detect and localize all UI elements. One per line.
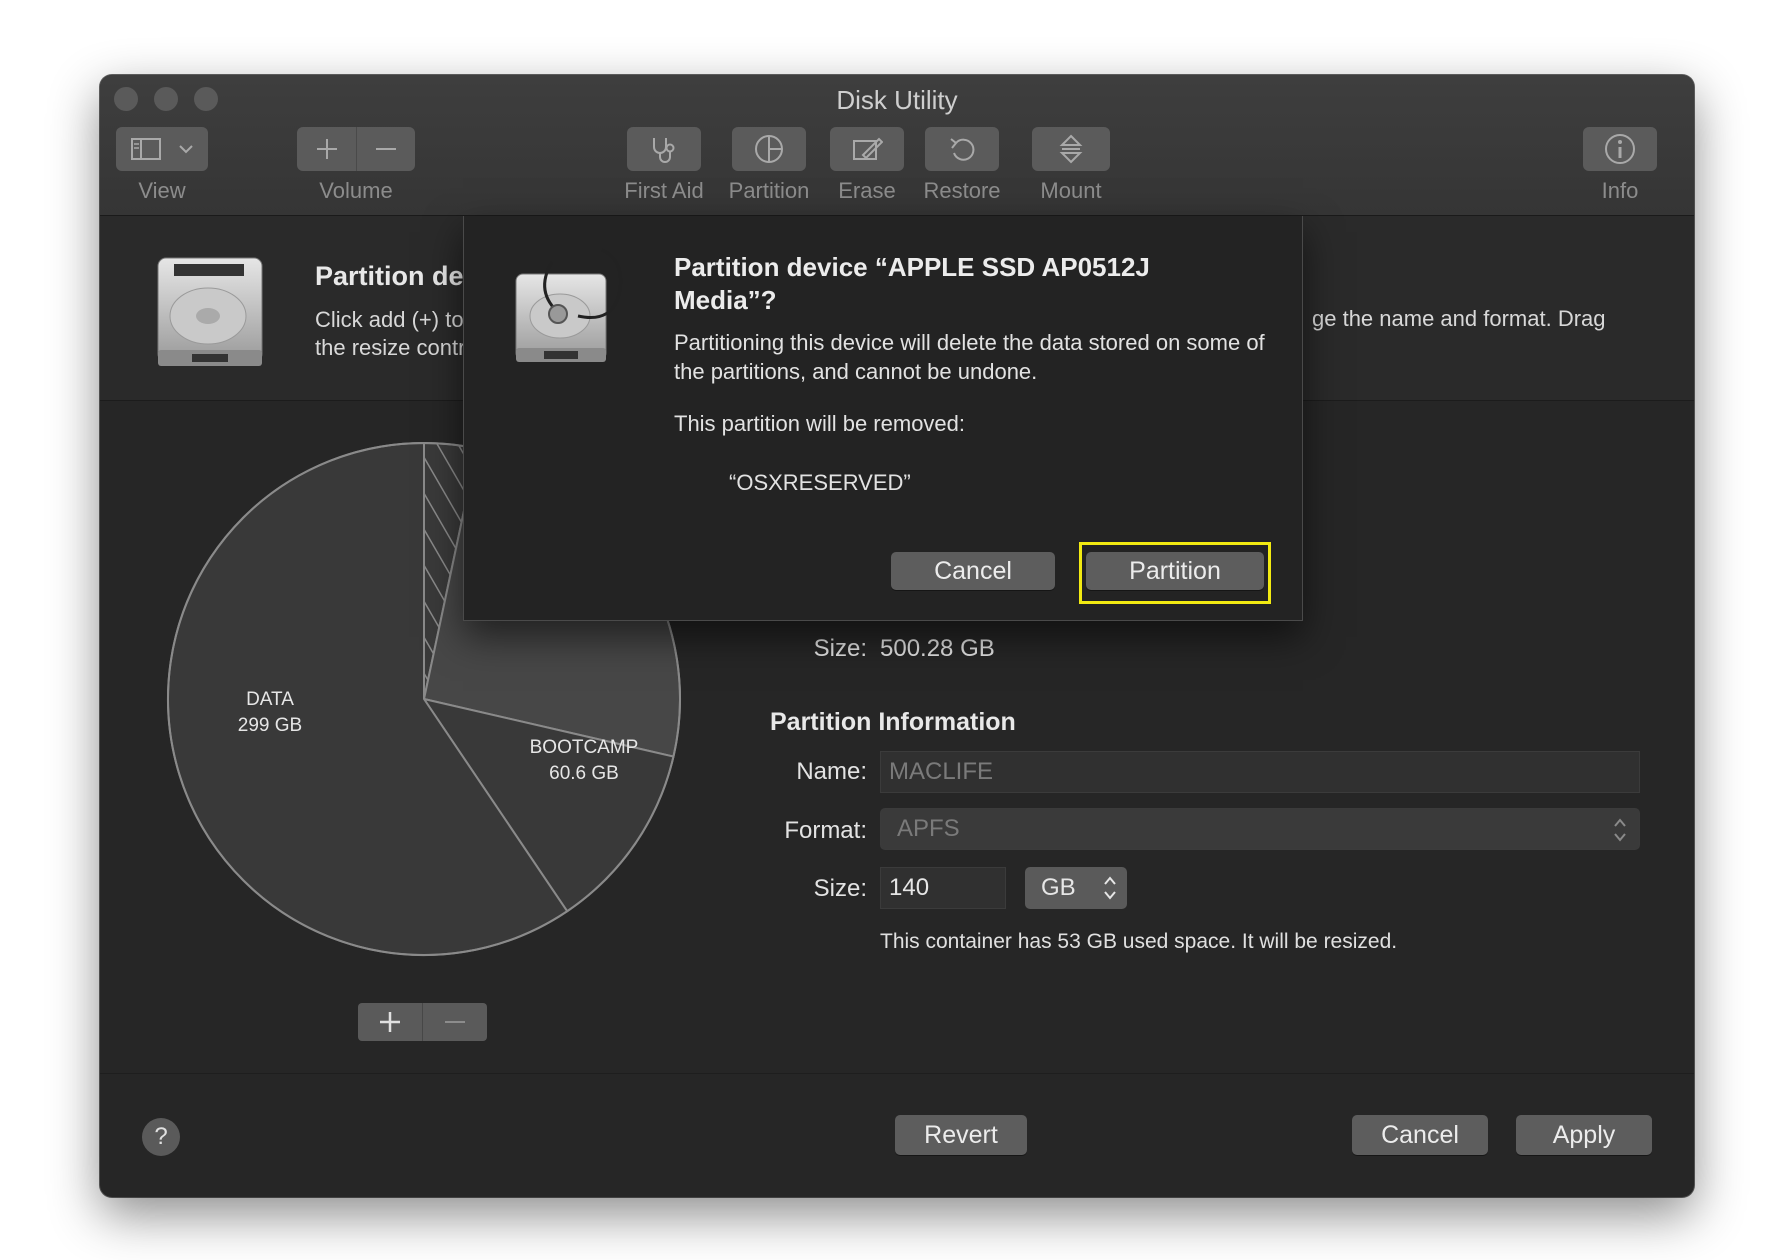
plus-icon — [380, 1012, 400, 1032]
dialog-partition-name: “OSXRESERVED” — [729, 470, 911, 495]
restore-label: Restore — [923, 178, 1001, 203]
apply-button[interactable]: Apply — [1516, 1115, 1652, 1155]
pie-label-data: DATA 299 GB — [200, 687, 340, 739]
minus-icon — [445, 1021, 465, 1023]
dialog-removal-note: This partition will be removed: — [674, 411, 966, 436]
erase-icon — [853, 137, 883, 160]
chevron-down-icon — [179, 145, 193, 154]
device-size-label: Size: — [813, 635, 867, 662]
first-aid-label: First Aid — [624, 178, 704, 203]
volume-label: Volume — [319, 178, 393, 203]
partition-size-label: Size: — [813, 875, 867, 902]
updown-chevron-icon — [1104, 876, 1116, 900]
bootcamp-slice-name: BOOTCAMP — [529, 737, 639, 758]
info-label: Info — [1601, 178, 1639, 203]
plus-icon — [316, 139, 337, 159]
pie-label-bootcamp: BOOTCAMP 60.6 GB — [514, 735, 654, 787]
disk-utility-window: Disk Utility View Volume First Aid Parti… — [100, 75, 1694, 1197]
name-field-value: MACLIFE — [889, 758, 994, 785]
dialog-title: Partition device “APPLE SSD AP0512J Medi… — [674, 252, 1150, 315]
bootcamp-slice-size: 60.6 GB — [549, 763, 619, 784]
dialog-message: Partitioning this device will delete the… — [674, 330, 1265, 384]
disk-utility-icon — [515, 248, 623, 362]
format-select[interactable]: APFS — [880, 808, 1640, 850]
partition-toolbar-button[interactable] — [732, 127, 806, 171]
header-title: Partition dev — [315, 261, 479, 291]
view-button[interactable] — [116, 127, 208, 171]
view-label: View — [138, 178, 186, 203]
help-button[interactable]: ? — [142, 1118, 180, 1156]
info-button[interactable] — [1583, 127, 1657, 171]
cancel-button[interactable]: Cancel — [1352, 1115, 1488, 1155]
restore-icon — [950, 138, 975, 161]
stethoscope-icon — [653, 138, 675, 163]
partition-confirm-dialog: Partition device “APPLE SSD AP0512J Medi… — [463, 216, 1303, 621]
resize-note: This container has 53 GB used space. It … — [880, 930, 1398, 953]
remove-volume-button[interactable] — [357, 127, 415, 171]
revert-button[interactable]: Revert — [895, 1115, 1027, 1155]
highlight-box — [1079, 542, 1271, 604]
partition-toolbar-label: Partition — [728, 178, 810, 203]
erase-label: Erase — [838, 178, 896, 203]
erase-button[interactable] — [830, 127, 904, 171]
sidebar-icon — [131, 138, 161, 160]
partition-info-title: Partition Information — [770, 708, 1016, 736]
updown-chevron-icon — [1614, 818, 1626, 842]
size-unit-value: GB — [1041, 874, 1076, 901]
mount-icon — [1059, 134, 1083, 164]
data-slice-size: 299 GB — [237, 715, 303, 736]
add-partition-button[interactable] — [358, 1003, 423, 1041]
first-aid-button[interactable] — [627, 127, 701, 171]
window-title: Disk Utility — [836, 85, 958, 115]
partition-size-field[interactable]: 140 — [880, 867, 1006, 909]
pie-chart-icon — [755, 135, 783, 163]
format-select-value: APFS — [897, 815, 960, 842]
bottom-divider — [100, 1073, 1694, 1074]
name-field[interactable]: MACLIFE — [880, 751, 1640, 793]
titlebar: Disk Utility View Volume First Aid Parti… — [100, 75, 1694, 216]
header-description-right: ge the name and format. Drag — [1312, 306, 1606, 331]
remove-partition-button[interactable] — [423, 1003, 487, 1041]
name-label: Name: — [796, 758, 867, 785]
data-slice-name: DATA — [246, 689, 294, 710]
mount-label: Mount — [1040, 178, 1102, 203]
minus-icon — [375, 148, 396, 150]
size-unit-select[interactable]: GB — [1025, 867, 1127, 909]
restore-button[interactable] — [925, 127, 999, 171]
hard-drive-icon — [157, 257, 263, 366]
dialog-cancel-button[interactable]: Cancel — [891, 552, 1055, 590]
partition-size-value: 140 — [889, 874, 930, 901]
device-size-value: 500.28 GB — [880, 635, 995, 662]
add-volume-button[interactable] — [298, 127, 357, 171]
mount-button[interactable] — [1032, 127, 1110, 171]
volume-button-group — [297, 127, 415, 171]
format-label: Format: — [784, 817, 867, 844]
info-icon — [1605, 134, 1635, 164]
